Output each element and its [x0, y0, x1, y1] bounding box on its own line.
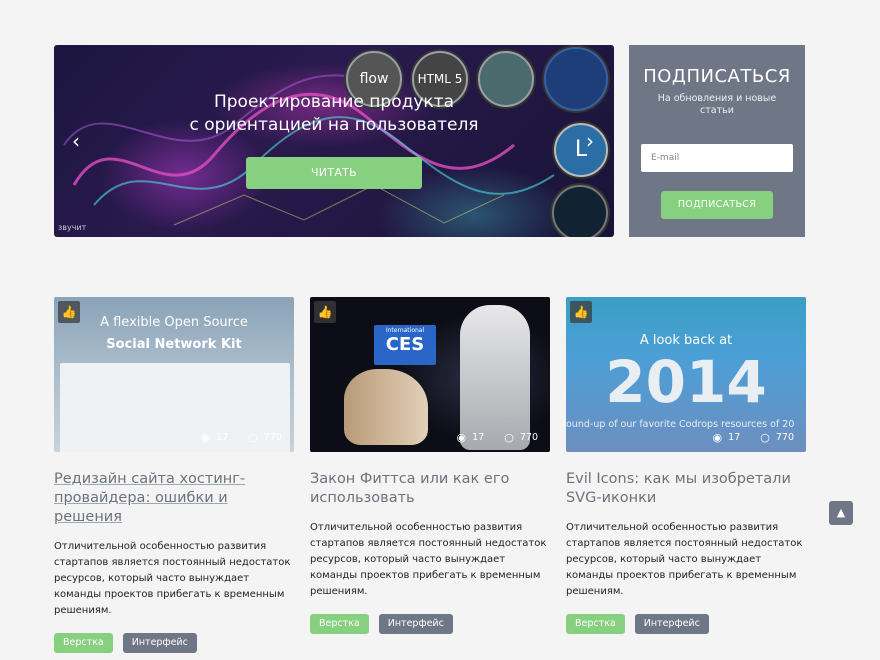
hero-title: Проектирование продукта с ориентацией на… [184, 91, 484, 137]
hero-title-line2: с ориентацией на пользователя [189, 115, 479, 135]
opencart-badge [552, 185, 608, 237]
flow-badge-label: flow [359, 71, 389, 87]
subscribe-text: На обновления и новые статьи [657, 93, 777, 116]
article-title[interactable]: Редизайн сайта хостинг-провайдера: ошибк… [54, 470, 294, 527]
ces-logo: International CES [374, 325, 436, 365]
subscribe-button[interactable]: ПОДПИСАТЬСЯ [661, 191, 773, 219]
like-icon[interactable]: 👍 [314, 301, 336, 323]
comment-icon: ○ [248, 431, 258, 444]
scroll-top-button[interactable]: ▲ [829, 501, 853, 525]
article-thumbnail[interactable]: A look back at 2014 ound-up of our favor… [566, 297, 806, 452]
eye-icon: ◉ [456, 431, 467, 444]
article-card: A look back at 2014 ound-up of our favor… [566, 297, 806, 634]
article-card: A flexible Open Source Social Network Ki… [54, 297, 294, 653]
comment-icon: ○ [760, 431, 770, 444]
article-excerpt: Отличительной особенностью развития стар… [310, 522, 547, 597]
article-title[interactable]: Evil Icons: как мы изобретали SVG-иконки [566, 470, 806, 508]
article-stats: ◉ 17 ○ 770 [457, 431, 538, 444]
article-thumbnail[interactable]: International CES 👍 ◉ 17 ○ 770 [310, 297, 550, 452]
article-stats: ◉ 17 ○ 770 [201, 431, 282, 444]
comments-count: 770 [519, 432, 538, 443]
article-excerpt: Отличительной особенностью развития стар… [566, 522, 803, 597]
html5-badge-label: HTML 5 [417, 72, 463, 86]
comments-count: 770 [775, 432, 794, 443]
itdigest-badge [544, 47, 608, 111]
comments-count: 770 [263, 432, 282, 443]
thumb-caption-line2: Social Network Kit [106, 337, 242, 352]
thumb-caption-line1: A flexible Open Source [100, 315, 248, 330]
like-icon[interactable]: 👍 [570, 301, 592, 323]
subscribe-panel: ПОДПИСАТЬСЯ На обновления и новые статьи… [629, 45, 805, 237]
thumb-caption-line1: A look back at [639, 333, 733, 348]
tag-interface[interactable]: Интерфейс [378, 614, 453, 634]
tag-layout[interactable]: Верстка [54, 633, 113, 653]
article-excerpt: Отличительной особенностью развития стар… [54, 541, 291, 616]
article-card: International CES 👍 ◉ 17 ○ 770 Закон Фит… [310, 297, 550, 634]
ces-logo-small: International [385, 327, 425, 334]
eye-icon: ◉ [712, 431, 723, 444]
like-icon[interactable]: 👍 [58, 301, 80, 323]
tag-interface[interactable]: Интерфейс [122, 633, 197, 653]
hero-banner[interactable]: flow HTML 5 L Проектирование продукта с … [54, 45, 614, 237]
comment-icon: ○ [504, 431, 514, 444]
thumb-caption-line3: ound-up of our favorite Codrops resource… [566, 419, 795, 430]
astronaut-figure [460, 305, 530, 450]
chevron-right-icon[interactable]: › [580, 129, 600, 153]
article-title[interactable]: Закон Фиттса или как его использовать [310, 470, 550, 508]
subscribe-title: ПОДПИСАТЬСЯ [643, 66, 791, 87]
views-count: 17 [216, 432, 229, 443]
tag-layout[interactable]: Верстка [566, 614, 625, 634]
thumb-caption-line2: 2014 [605, 348, 767, 416]
chart-badge [478, 51, 534, 107]
eye-icon: ◉ [200, 431, 211, 444]
tag-list: Верстка Интерфейс [310, 614, 550, 634]
ces-logo-text: CES [385, 334, 425, 355]
hero-title-line1: Проектирование продукта [213, 92, 455, 112]
tiger-figure [344, 369, 428, 445]
email-field[interactable] [641, 144, 793, 172]
article-stats: ◉ 17 ○ 770 [713, 431, 794, 444]
views-count: 17 [472, 432, 485, 443]
tag-layout[interactable]: Верстка [310, 614, 369, 634]
read-button[interactable]: ЧИТАТЬ [246, 157, 422, 189]
chevron-left-icon[interactable]: ‹ [66, 129, 86, 153]
hero-watermark: звучит [58, 223, 87, 232]
tag-list: Верстка Интерфейс [54, 633, 294, 653]
tag-interface[interactable]: Интерфейс [634, 614, 709, 634]
tag-list: Верстка Интерфейс [566, 614, 806, 634]
views-count: 17 [728, 432, 741, 443]
article-thumbnail[interactable]: A flexible Open Source Social Network Ki… [54, 297, 294, 452]
